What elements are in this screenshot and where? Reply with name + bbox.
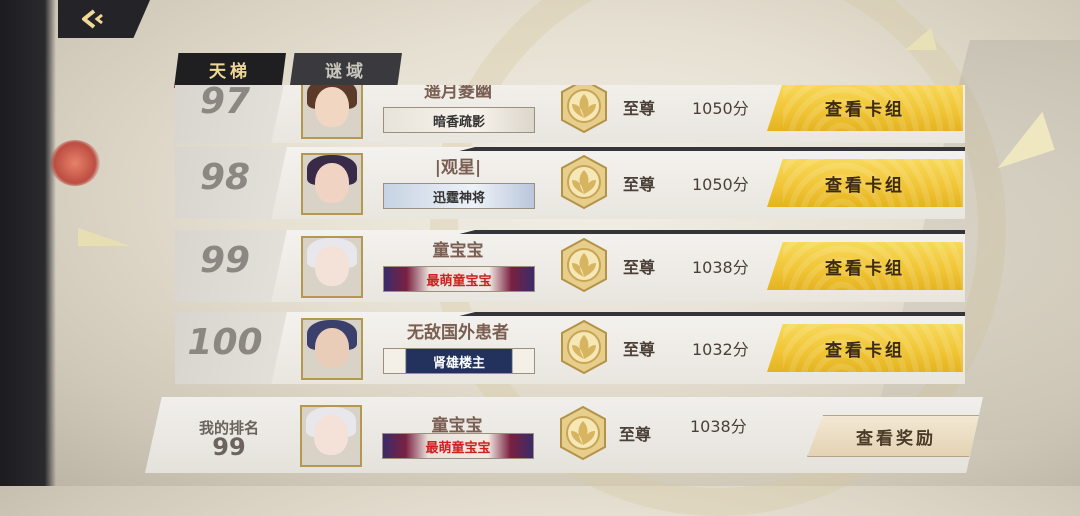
score: 1050分	[692, 175, 749, 194]
leaderboard-row: 100 无敌国外患者 肾雄楼主 至尊 1032分 查看卡组	[175, 312, 965, 384]
avatar-face	[315, 87, 349, 127]
avatar-face	[314, 415, 348, 455]
score: 1032分	[692, 340, 749, 359]
player-avatar[interactable]	[301, 236, 363, 298]
view-deck-button[interactable]: 查看卡组	[767, 324, 963, 372]
player-avatar[interactable]	[301, 318, 363, 380]
view-deck-label: 查看卡组	[825, 175, 905, 196]
row-edge	[459, 230, 965, 234]
row-edge	[459, 147, 965, 151]
rank-tier: 至尊	[623, 99, 656, 118]
leaderboard-row: 97 遥月菱幽 暗香疏影 至尊 1050分 查看卡组	[175, 85, 965, 143]
player-title-badge: 迅霆神将	[383, 183, 535, 209]
my-title-badge: 最萌童宝宝	[382, 433, 534, 459]
player-name: 遥月菱幽	[424, 85, 492, 102]
my-rank-tier: 至尊	[619, 425, 652, 444]
view-deck-button[interactable]: 查看卡组	[767, 242, 963, 290]
ranking-tabs: 天梯 谜域	[174, 53, 406, 88]
player-avatar[interactable]	[301, 153, 363, 215]
leaderboard-row: 98 |观星| 迅霆神将 至尊 1050分 查看卡组	[175, 147, 965, 219]
supreme-rank-medal-icon	[561, 85, 607, 134]
rank-number: 100	[187, 322, 263, 363]
my-rank-number: 99	[212, 433, 246, 461]
view-deck-label: 查看卡组	[825, 258, 905, 279]
player-title-badge: 肾雄楼主	[383, 348, 535, 374]
leaderboard-row: 99 童宝宝 最萌童宝宝 至尊 1038分 查看卡组	[175, 230, 965, 302]
supreme-rank-medal-icon	[561, 319, 607, 375]
leaderboard-list[interactable]: 97 遥月菱幽 暗香疏影 至尊 1050分 查看卡组 98 |观星| 迅霆神将	[0, 85, 1080, 385]
back-button[interactable]	[58, 0, 150, 38]
score: 1038分	[692, 258, 749, 277]
view-deck-button[interactable]: 查看卡组	[767, 159, 963, 207]
avatar-face	[315, 163, 349, 203]
chevron-left-icon	[82, 9, 103, 29]
my-avatar[interactable]	[300, 405, 362, 467]
avatar-face	[315, 246, 349, 286]
rank-tier: 至尊	[623, 175, 656, 194]
player-title-badge: 最萌童宝宝	[383, 266, 535, 292]
view-deck-label: 查看卡组	[825, 99, 905, 120]
player-name: 童宝宝	[432, 241, 484, 261]
rank-number: 97	[199, 85, 251, 122]
rank-tier: 至尊	[623, 258, 656, 277]
player-name: 无敌国外患者	[407, 323, 509, 343]
supreme-rank-medal-icon	[560, 405, 606, 461]
view-deck-button[interactable]: 查看卡组	[767, 85, 963, 131]
view-deck-label: 查看卡组	[825, 340, 905, 361]
player-name: |观星|	[434, 158, 482, 178]
supreme-rank-medal-icon	[561, 154, 607, 210]
my-score: 1038分	[690, 417, 747, 436]
my-rank-row: 我的排名 99 童宝宝 最萌童宝宝 至尊 1038分 查看奖励	[145, 397, 983, 473]
player-title-badge: 暗香疏影	[383, 107, 535, 133]
avatar-face	[315, 328, 349, 368]
tab-ladder[interactable]: 天梯	[174, 53, 286, 88]
supreme-rank-medal-icon	[561, 237, 607, 293]
rank-number: 98	[199, 157, 251, 198]
tab-mystery-domain[interactable]: 谜域	[290, 53, 402, 85]
view-rewards-button[interactable]: 查看奖励	[807, 415, 983, 457]
rank-tier: 至尊	[623, 340, 656, 359]
player-avatar[interactable]	[301, 85, 363, 139]
score: 1050分	[692, 99, 749, 118]
paper-shard-decoration	[905, 28, 937, 50]
row-edge	[459, 312, 965, 316]
rank-number: 99	[199, 240, 251, 281]
